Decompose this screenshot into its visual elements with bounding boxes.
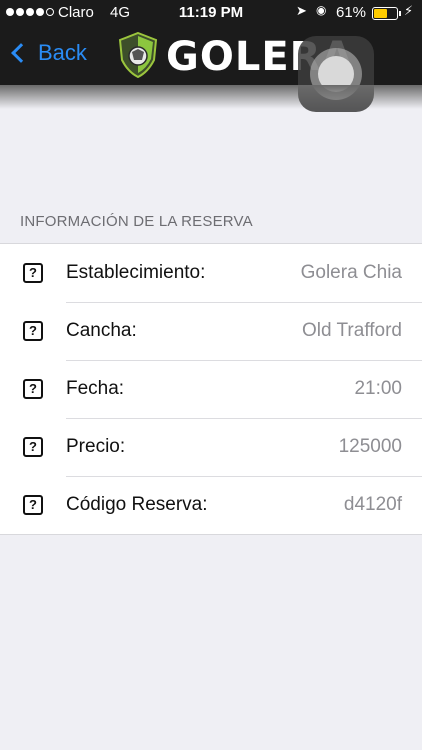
battery-icon [372, 7, 401, 20]
alarm-icon: ◉ [316, 3, 327, 17]
chevron-left-icon [11, 43, 31, 63]
row-value: d4120f [343, 494, 402, 515]
row-value: 125000 [338, 436, 402, 457]
row-value: Golera Chia [300, 262, 402, 283]
question-icon: ? [23, 321, 43, 341]
row-label: Código Reserva: [66, 494, 208, 515]
golera-shield-logo-icon [118, 32, 158, 78]
back-button[interactable]: Back [8, 40, 87, 66]
list-item: ? Precio: 125000 [0, 418, 422, 476]
row-label: Cancha: [66, 320, 137, 341]
list-item: ? Código Reserva: d4120f [0, 476, 422, 534]
question-icon: ? [23, 437, 43, 457]
question-icon: ? [23, 495, 43, 515]
list-item: ? Cancha: Old Trafford [0, 302, 422, 360]
location-arrow-icon: ➤ [296, 3, 307, 18]
battery-level-fill [374, 9, 387, 18]
row-label: Establecimiento: [66, 262, 206, 283]
row-label: Fecha: [66, 378, 125, 399]
charging-bolt-icon: ⚡ [404, 3, 414, 18]
row-value: Old Trafford [302, 320, 402, 341]
header-shadow [0, 85, 422, 109]
battery-percentage: 61% [336, 4, 367, 21]
section-header: INFORMACIÓN DE LA RESERVA [20, 213, 253, 230]
row-value: 21:00 [354, 378, 402, 399]
back-button-label: Back [38, 40, 87, 65]
reservation-info-table: ? Establecimiento: Golera Chia ? Cancha:… [0, 243, 422, 535]
row-label: Precio: [66, 436, 126, 457]
list-item: ? Fecha: 21:00 [0, 360, 422, 418]
status-bar: Claro 4G 11:19 PM ➤ ◉ 61% ⚡ [0, 0, 422, 28]
list-item: ? Establecimiento: Golera Chia [0, 244, 422, 302]
question-icon: ? [23, 263, 43, 283]
question-icon: ? [23, 379, 43, 399]
